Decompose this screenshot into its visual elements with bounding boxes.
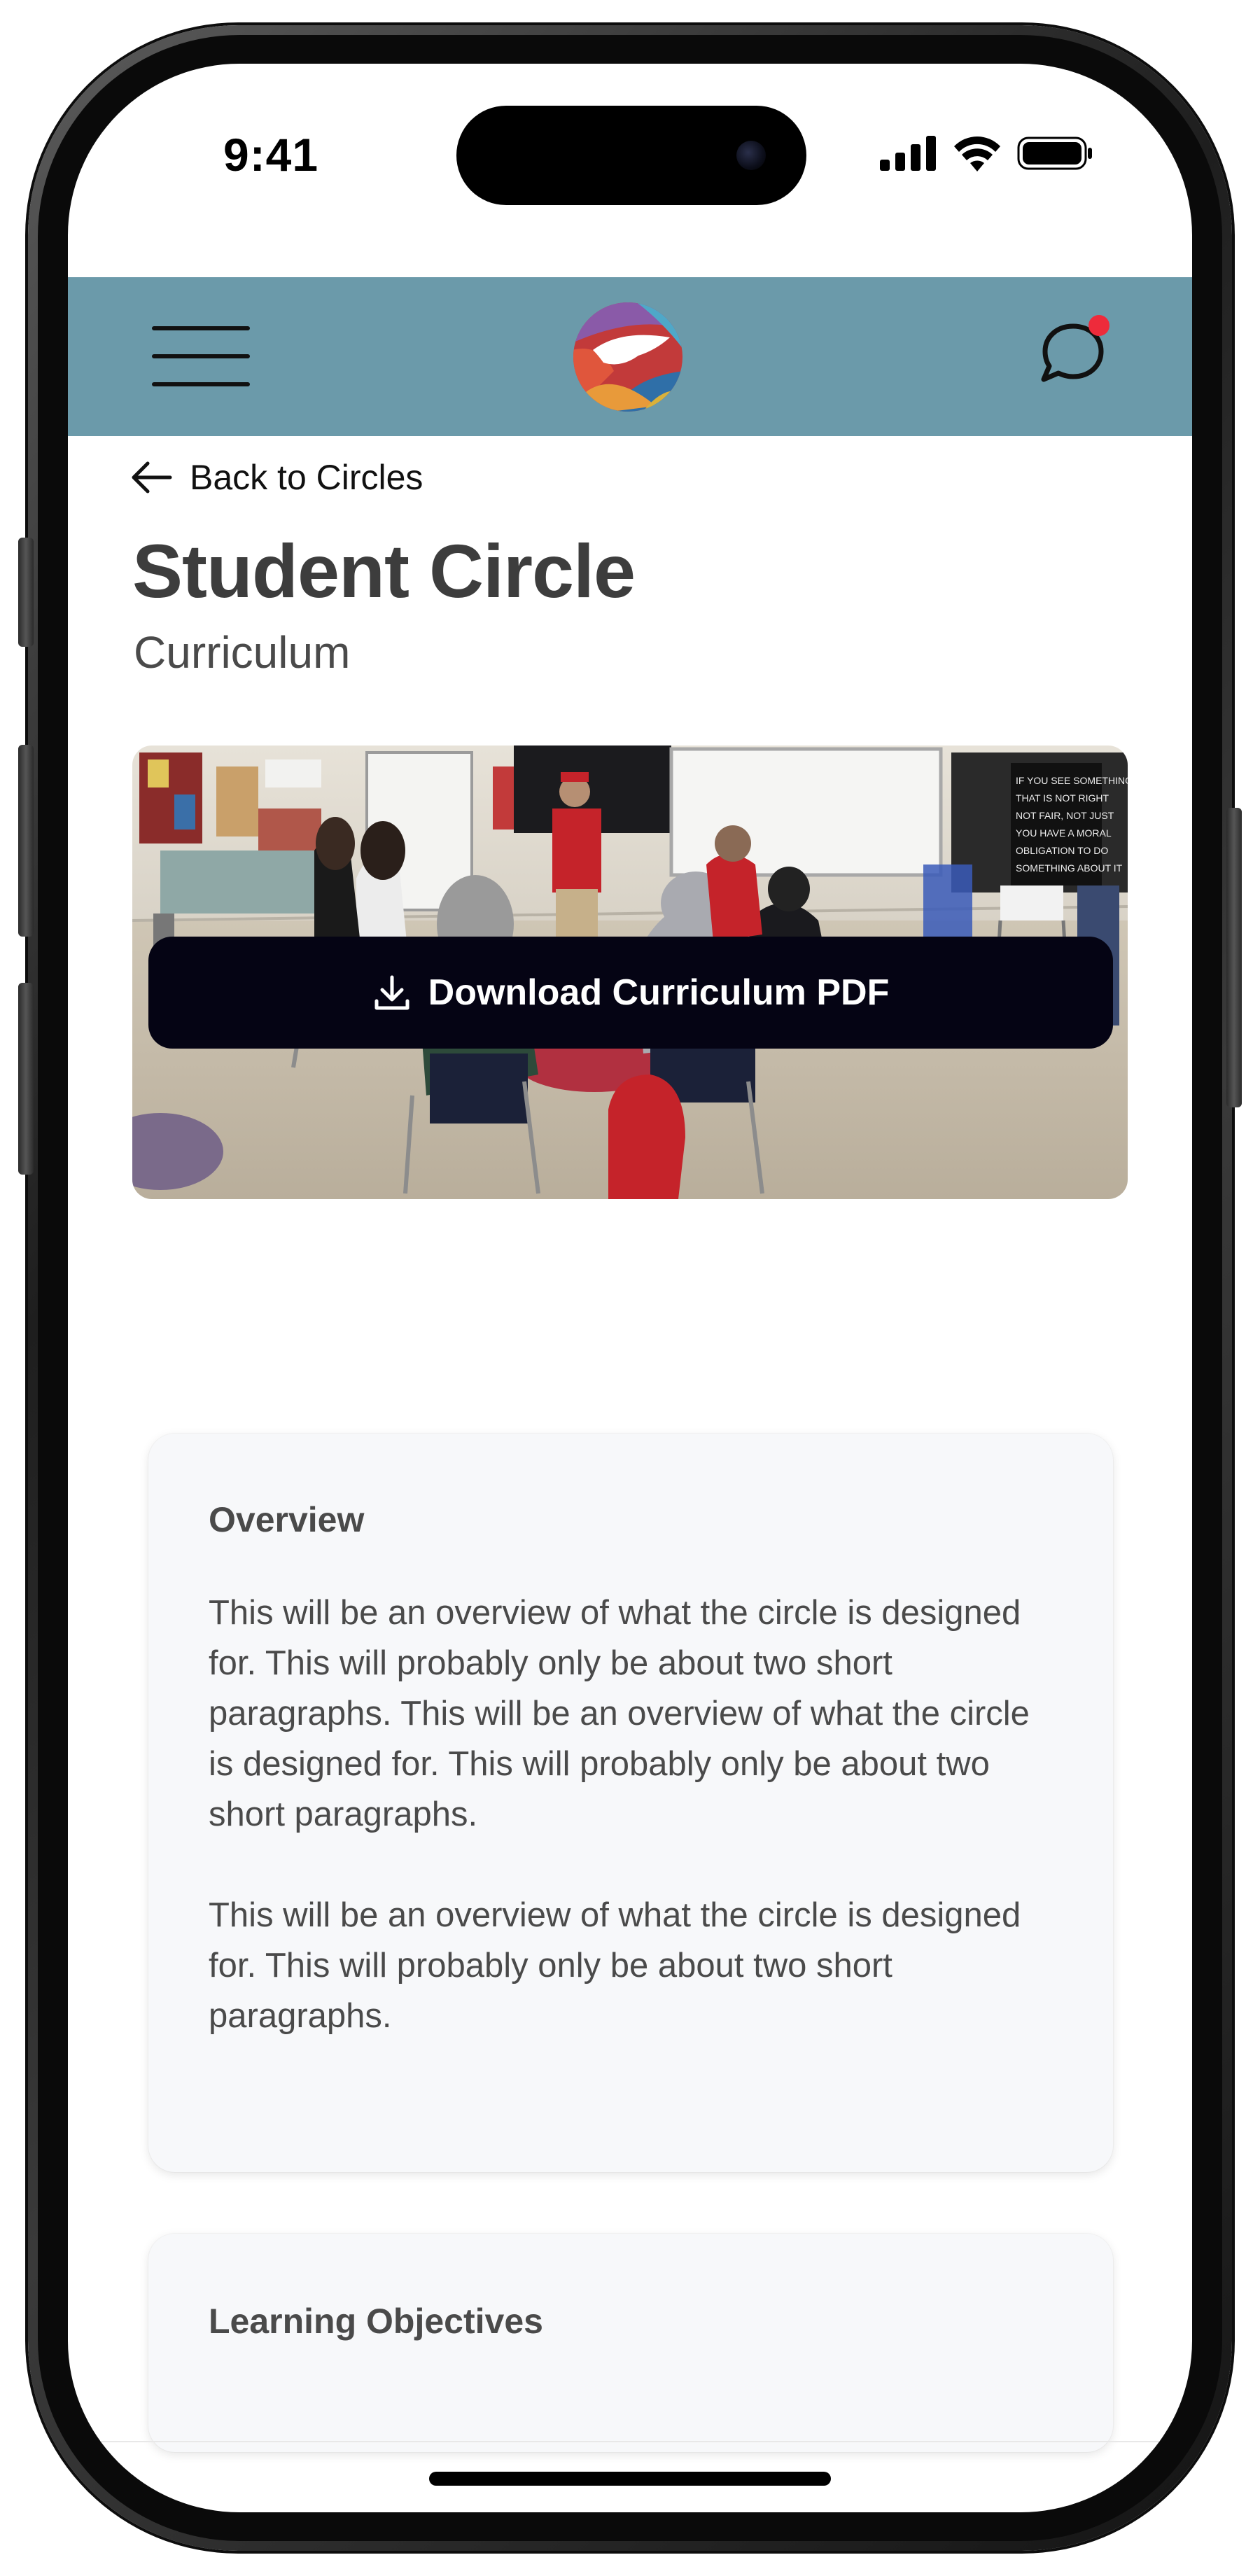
svg-text:OBLIGATION TO DO: OBLIGATION TO DO <box>1016 845 1108 856</box>
home-indicator[interactable] <box>429 2472 831 2486</box>
learning-objectives-heading: Learning Objectives <box>209 2302 543 2341</box>
svg-text:THAT IS NOT RIGHT: THAT IS NOT RIGHT <box>1016 792 1109 804</box>
back-link[interactable]: Back to Circles <box>130 457 423 498</box>
download-icon <box>374 975 410 1010</box>
battery-icon <box>1017 136 1092 170</box>
status-bar: 9:41 <box>68 64 1192 277</box>
svg-text:SOMETHING ABOUT IT: SOMETHING ABOUT IT <box>1016 862 1123 874</box>
notification-dot <box>1088 315 1110 336</box>
status-time: 9:41 <box>223 129 319 181</box>
learning-objectives-card: Learning Objectives <box>148 2234 1113 2452</box>
page-subtitle: Curriculum <box>134 627 351 678</box>
volume-down-button <box>18 983 34 1175</box>
svg-text:YOU HAVE A MORAL: YOU HAVE A MORAL <box>1016 827 1112 839</box>
volume-up-button <box>18 745 34 937</box>
chat-button[interactable] <box>1031 311 1115 395</box>
svg-text:IF YOU SEE SOMETHING: IF YOU SEE SOMETHING <box>1016 775 1128 786</box>
phone-screen: 9:41 Back to Circles Student Circle Curr… <box>68 64 1192 2512</box>
overview-card: Overview This will be an overview of wha… <box>148 1434 1113 2172</box>
overview-heading: Overview <box>209 1500 365 1539</box>
arrow-left-icon <box>132 461 172 493</box>
overview-paragraph-1: This will be an overview of what the cir… <box>209 1594 1030 1833</box>
power-button <box>1226 808 1242 1107</box>
cellular-signal-icon <box>880 136 936 171</box>
overview-paragraph-2: This will be an overview of what the cir… <box>209 1896 1021 2035</box>
app-header <box>68 277 1192 436</box>
action-button <box>18 538 34 647</box>
divider <box>68 2441 1192 2442</box>
wifi-icon <box>954 136 1000 172</box>
svg-text:NOT FAIR, NOT JUST: NOT FAIR, NOT JUST <box>1016 810 1114 821</box>
page-title: Student Circle <box>132 528 636 613</box>
dynamic-island <box>456 106 806 205</box>
hamburger-menu-icon[interactable] <box>152 326 250 389</box>
status-icons <box>880 135 1094 172</box>
download-curriculum-button[interactable]: Download Curriculum PDF <box>148 937 1113 1049</box>
app-logo[interactable] <box>572 301 684 413</box>
camera-lens <box>736 141 766 170</box>
download-button-label: Download Curriculum PDF <box>428 972 890 1013</box>
back-link-label: Back to Circles <box>190 458 424 497</box>
